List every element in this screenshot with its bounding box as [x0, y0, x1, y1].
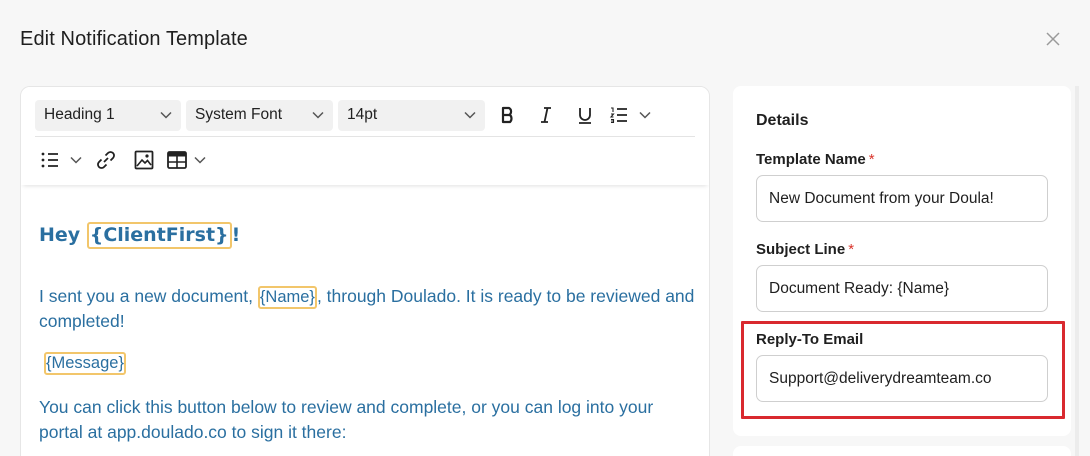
scrollbar[interactable] — [1075, 86, 1079, 456]
link-button[interactable] — [87, 145, 125, 175]
template-name-label-text: Template Name — [756, 151, 866, 168]
toolbar-divider — [35, 136, 695, 137]
reply-to-label: Reply-To Email — [756, 331, 864, 348]
details-panel: Details Template Name* Subject Line* Rep… — [733, 86, 1071, 436]
required-indicator: * — [868, 151, 875, 168]
merge-tag-client-first[interactable]: {ClientFirst} — [86, 222, 232, 249]
image-icon — [134, 150, 154, 170]
close-button[interactable] — [1044, 30, 1062, 48]
heading-text-suffix: ! — [231, 224, 241, 247]
underline-icon — [579, 108, 591, 124]
font-family-select[interactable]: System Font — [186, 99, 333, 131]
table-options[interactable] — [191, 145, 209, 175]
merge-tag-message[interactable]: {Message} — [44, 352, 126, 375]
chevron-down-icon — [312, 111, 324, 119]
template-name-input[interactable] — [756, 175, 1048, 222]
table-button[interactable] — [163, 145, 191, 175]
paragraph-intro: I sent you a new document, {Name}, throu… — [39, 284, 699, 334]
email-heading: Hey {ClientFirst} ! — [39, 222, 240, 249]
chevron-down-icon — [464, 111, 476, 119]
italic-icon — [541, 107, 551, 123]
intro-text-prefix: I sent you a new document, — [39, 286, 258, 306]
numbered-list-icon — [609, 107, 627, 124]
template-name-label: Template Name * — [756, 151, 875, 168]
chevron-down-icon — [194, 156, 206, 164]
table-icon — [167, 151, 187, 169]
editor-toolbar: Heading 1 System Font 14pt — [21, 87, 709, 185]
modal-title: Edit Notification Template — [20, 28, 248, 50]
chevron-down-icon — [70, 156, 82, 164]
image-button[interactable] — [125, 145, 163, 175]
details-title: Details — [756, 112, 809, 129]
font-size-value: 14pt — [347, 106, 378, 123]
chevron-down-icon — [639, 111, 651, 119]
reply-to-email-input[interactable] — [756, 355, 1048, 402]
heading-text-prefix: Hey — [39, 224, 87, 247]
subject-line-label-text: Subject Line — [756, 241, 846, 258]
numbered-list-options[interactable] — [634, 100, 656, 130]
close-icon — [1046, 32, 1060, 46]
paragraph-instructions: You can click this button below to revie… — [39, 397, 654, 442]
italic-button[interactable] — [526, 100, 566, 130]
bold-icon — [501, 106, 513, 124]
font-size-select[interactable]: 14pt — [338, 99, 485, 131]
bullet-list-icon — [41, 152, 58, 168]
block-format-select[interactable]: Heading 1 — [35, 99, 181, 131]
required-indicator: * — [848, 241, 855, 258]
chevron-down-icon — [160, 111, 172, 119]
secondary-panel — [733, 446, 1071, 456]
numbered-list-button[interactable] — [604, 100, 634, 130]
bold-button[interactable] — [490, 100, 526, 130]
bullet-list-options[interactable] — [65, 145, 87, 175]
subject-line-input[interactable] — [756, 265, 1048, 312]
block-format-value: Heading 1 — [44, 106, 115, 123]
merge-tag-name[interactable]: {Name} — [257, 286, 317, 309]
bullet-list-button[interactable] — [35, 145, 65, 175]
font-family-value: System Font — [195, 106, 282, 123]
underline-button[interactable] — [566, 100, 604, 130]
link-icon — [97, 151, 115, 169]
paragraph-message: {Message} — [44, 350, 704, 375]
subject-line-label: Subject Line * — [756, 241, 854, 258]
